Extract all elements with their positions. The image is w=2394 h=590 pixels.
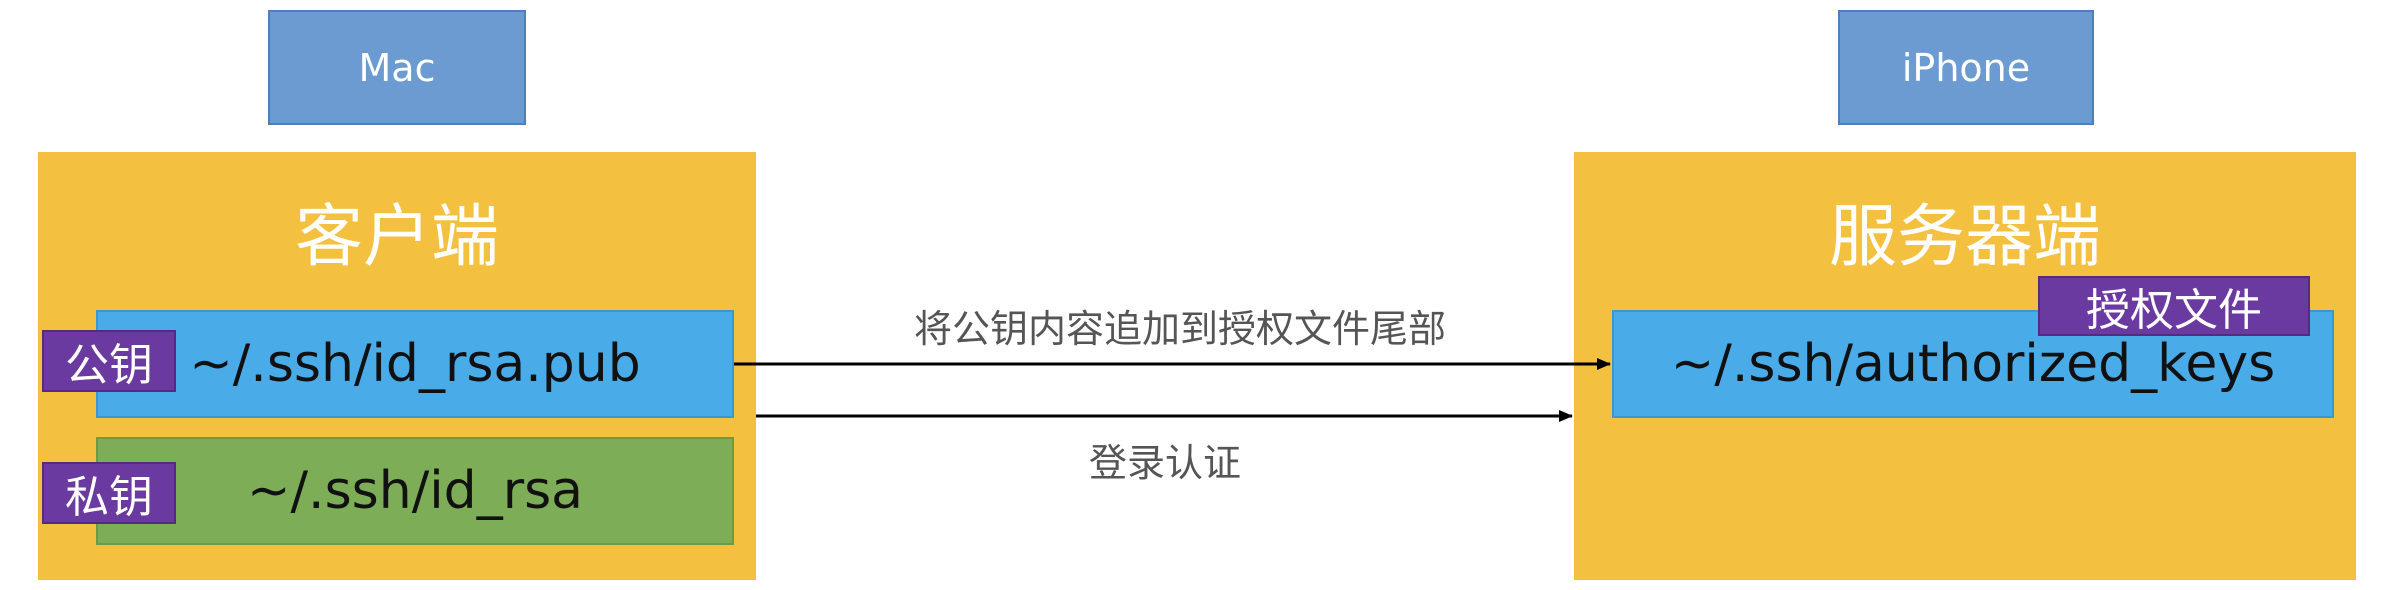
connection-arrows <box>734 358 1611 422</box>
append-arrow-label: 将公钥内容追加到授权文件尾部 <box>913 307 1446 351</box>
login-arrow-label: 登录认证 <box>1088 441 1241 485</box>
